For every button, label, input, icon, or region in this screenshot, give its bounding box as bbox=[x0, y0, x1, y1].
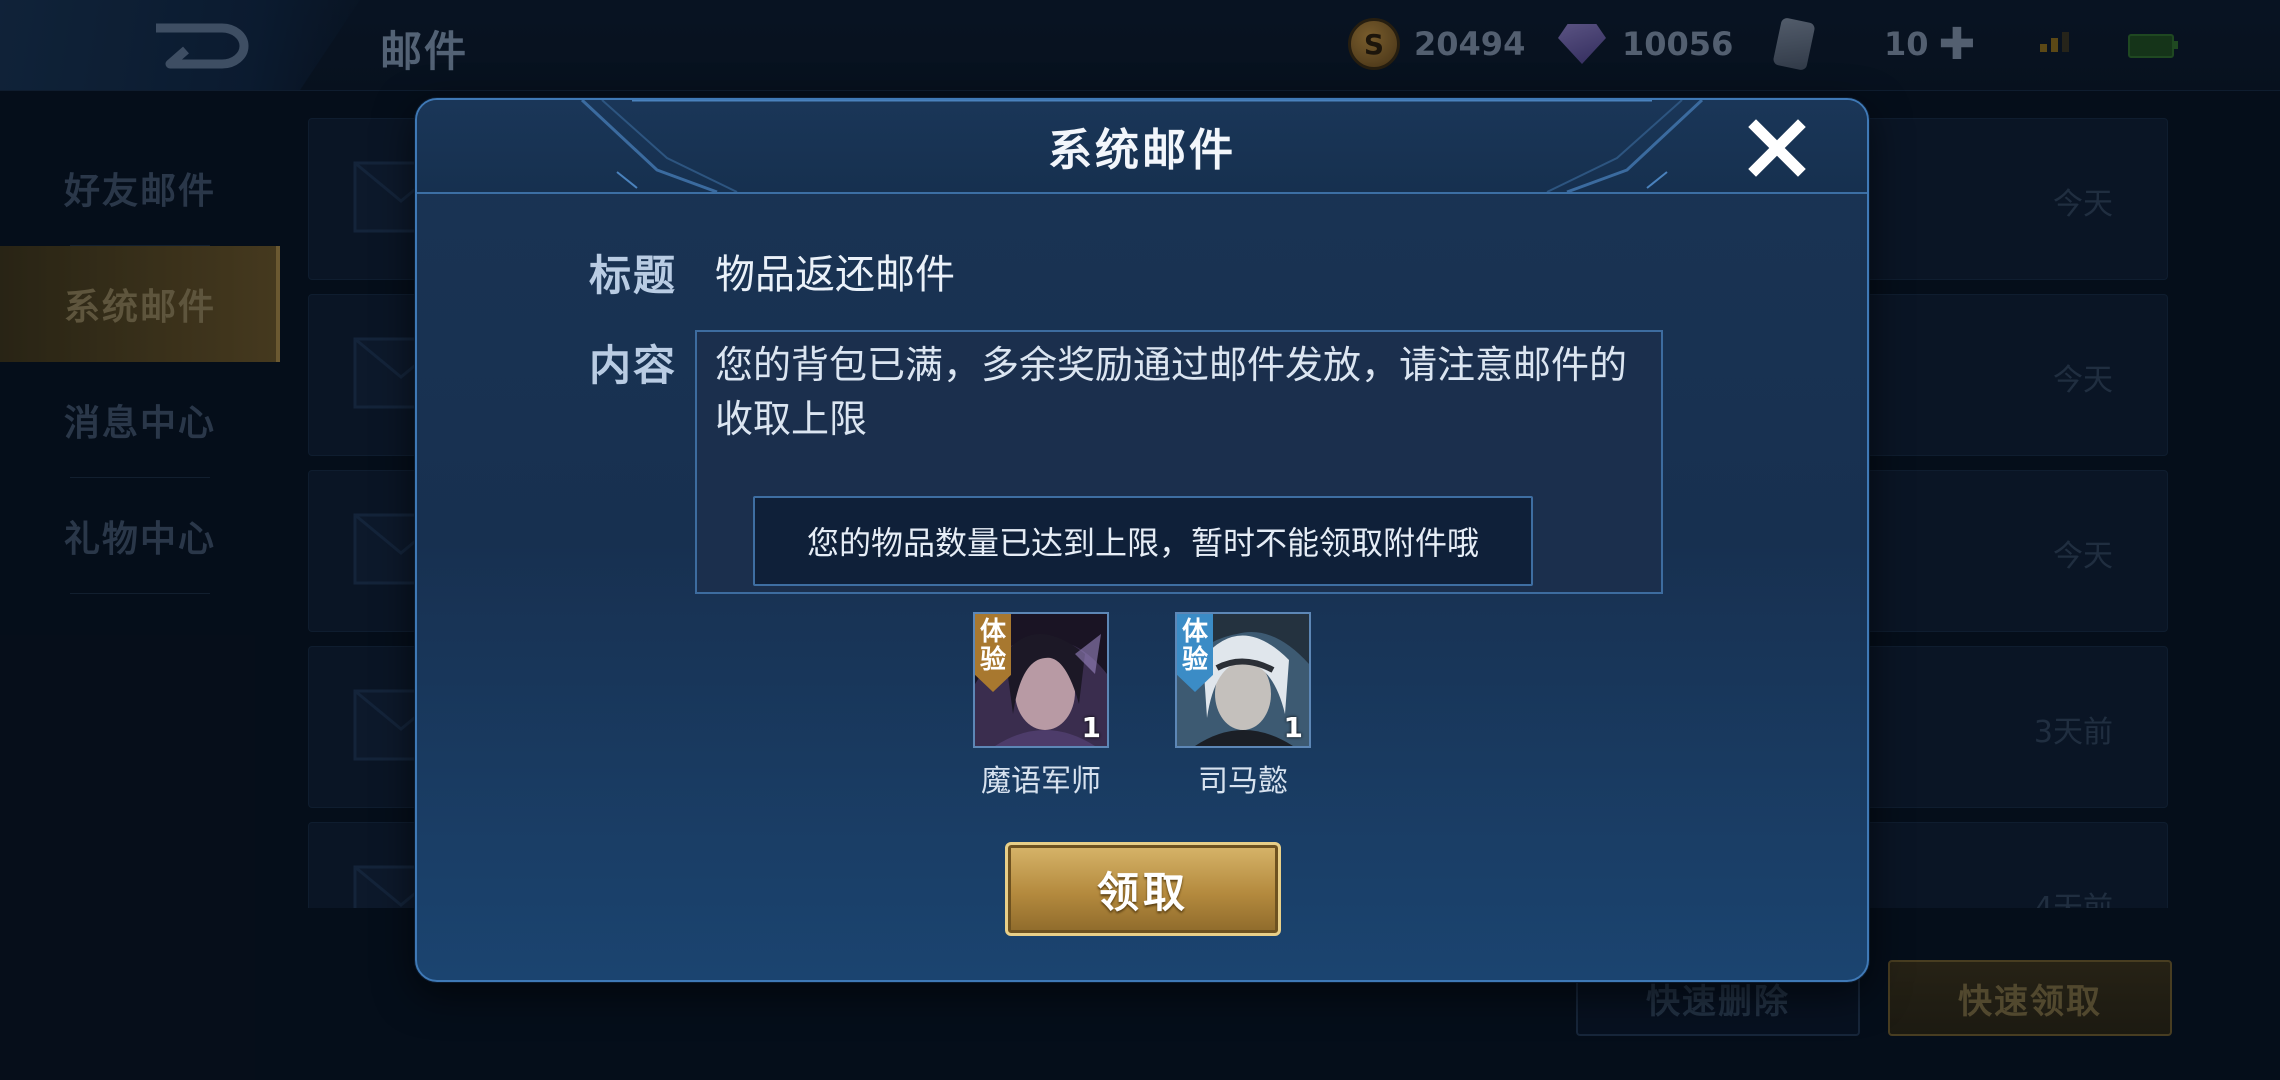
dialog-title: 系统邮件 bbox=[1048, 125, 1236, 176]
attachment-name: 魔语军师 bbox=[981, 764, 1101, 799]
mail-content: 您的背包已满，多余奖励通过邮件发放，请注意邮件的收取上限 bbox=[715, 343, 1628, 441]
claim-button[interactable]: 领取 bbox=[1005, 842, 1281, 936]
attachment-frame: 体验 1 bbox=[1175, 612, 1311, 748]
attachment-name: 司马懿 bbox=[1198, 764, 1288, 799]
attachment-item[interactable]: 体验 1 魔语军师 bbox=[973, 612, 1109, 800]
limit-toast: 您的物品数量已达到上限，暂时不能领取附件哦 bbox=[753, 496, 1533, 586]
content-box[interactable]: 您的背包已满，多余奖励通过邮件发放，请注意邮件的收取上限 您的物品数量已达到上限… bbox=[695, 330, 1663, 594]
attachment-quantity: 1 bbox=[1283, 711, 1303, 744]
mail-subject: 物品返还邮件 bbox=[715, 252, 955, 298]
attachment-item[interactable]: 体验 1 司马懿 bbox=[1175, 612, 1311, 800]
close-button[interactable] bbox=[1743, 114, 1811, 182]
dialog-header: 系统邮件 bbox=[417, 100, 1867, 194]
attachment-quantity: 1 bbox=[1081, 711, 1101, 744]
close-icon bbox=[1748, 119, 1806, 177]
attachment-frame: 体验 1 bbox=[973, 612, 1109, 748]
content-label: 内容 bbox=[589, 341, 678, 390]
subject-label: 标题 bbox=[589, 251, 678, 300]
system-mail-dialog: 系统邮件 标题 物品返还邮件 内容 您的背包已满，多余奖励通过邮件发放，请注意邮… bbox=[415, 98, 1869, 982]
